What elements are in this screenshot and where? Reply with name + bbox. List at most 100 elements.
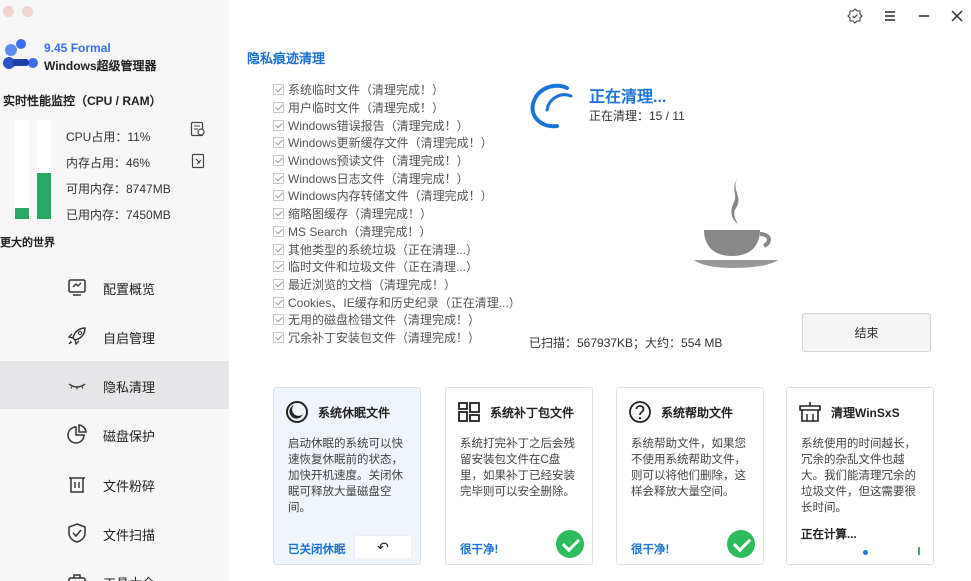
card-title: 系统帮助文件 bbox=[661, 406, 734, 420]
clean-item[interactable]: Cookies、IE缓存和历史纪录（正在清理...） bbox=[273, 293, 521, 311]
item-label: 其他类型的系统垃圾（正在清理...） bbox=[288, 242, 479, 257]
cpu-bar bbox=[15, 120, 29, 219]
item-checkbox[interactable] bbox=[273, 172, 284, 184]
window-close-dot[interactable] bbox=[3, 6, 14, 17]
nav-label: 配置概览 bbox=[103, 282, 156, 297]
app-logo-icon bbox=[3, 39, 38, 69]
nav-label: 隐私清理 bbox=[103, 380, 156, 395]
item-checkbox[interactable] bbox=[273, 208, 284, 220]
nav-item-file-scan[interactable]: 文件扫描 bbox=[0, 509, 229, 557]
ram-bar-fill bbox=[37, 173, 51, 219]
item-checkbox[interactable] bbox=[273, 243, 284, 255]
sidebar: 9.45 Formal Windows超级管理器 实时性能监控（CPU / RA… bbox=[0, 0, 229, 581]
pie-chart-icon bbox=[67, 424, 87, 444]
nav-item-disk-protect[interactable]: 磁盘保护 bbox=[0, 410, 229, 458]
nav-item-config-overview[interactable]: 配置概览 bbox=[0, 263, 229, 311]
clean-item[interactable]: MS Search（清理完成！） bbox=[273, 223, 521, 241]
progress-dot bbox=[863, 550, 868, 555]
scan-summary: 已扫描：567937KB；大约：554 MB bbox=[529, 336, 723, 350]
coffee-cup-icon bbox=[694, 178, 778, 268]
cpu-detail-icon[interactable] bbox=[190, 121, 206, 137]
clean-item[interactable]: 系统临时文件（清理完成！） bbox=[273, 81, 521, 99]
card-status: 正在计算... bbox=[801, 529, 857, 541]
nav-label: 工具大全 bbox=[103, 573, 155, 581]
mem-usage: 内存占用：46% bbox=[66, 156, 151, 170]
item-checkbox[interactable] bbox=[273, 119, 284, 131]
card-patch-files: 系统补丁包文件 系统打完补丁之后会残留安装包文件在C盘里，如果补丁已经安装完毕则… bbox=[445, 387, 593, 565]
tools-icon bbox=[68, 574, 86, 581]
card-title: 清理WinSxS bbox=[831, 406, 900, 420]
status-progress: 正在清理：15 / 11 bbox=[589, 109, 685, 123]
hibernate-icon bbox=[286, 401, 308, 423]
clean-item[interactable]: Windows预读文件（清理完成！） bbox=[273, 152, 521, 170]
item-label: Windows日志文件（清理完成！） bbox=[288, 171, 469, 186]
badge-check-icon[interactable] bbox=[847, 8, 863, 24]
item-label: Windows预读文件（清理完成！） bbox=[288, 154, 469, 169]
card-desc: 系统帮助文件，如果您不使用系统帮助文件，则可以将他们删除，这样会释放大量空间。 bbox=[631, 438, 746, 498]
item-checkbox[interactable] bbox=[273, 314, 284, 326]
item-label: Cookies、IE缓存和历史纪录（正在清理...） bbox=[288, 295, 521, 310]
item-checkbox[interactable] bbox=[273, 155, 284, 167]
end-button[interactable]: 结束 bbox=[802, 313, 931, 352]
perf-monitor-title: 实时性能监控（CPU / RAM） bbox=[3, 94, 162, 108]
nav-item-toolbox[interactable]: 工具大全 bbox=[0, 557, 229, 581]
grid-icon bbox=[458, 402, 480, 422]
clean-item[interactable]: 临时文件和垃圾文件（正在清理...） bbox=[273, 258, 521, 276]
menu-icon[interactable] bbox=[882, 8, 898, 24]
item-checkbox[interactable] bbox=[273, 278, 284, 290]
available-memory: 可用内存：8747MB bbox=[66, 182, 171, 196]
app-name: Windows超级管理器 bbox=[44, 59, 157, 73]
spinner-icon bbox=[530, 83, 573, 129]
clean-item[interactable]: Windows更新缓存文件（清理完成！） bbox=[273, 134, 521, 152]
broom-icon bbox=[799, 402, 821, 422]
item-checkbox[interactable] bbox=[273, 296, 284, 308]
clean-item[interactable]: Windows内存转储文件（清理完成！） bbox=[273, 187, 521, 205]
clean-item[interactable]: 冗余补丁安装包文件（清理完成！） bbox=[273, 329, 521, 347]
card-title: 系统休眠文件 bbox=[318, 406, 391, 420]
card-status: 很干净! bbox=[631, 544, 670, 556]
item-checkbox[interactable] bbox=[273, 331, 284, 343]
item-checkbox[interactable] bbox=[273, 225, 284, 237]
card-desc: 启动休眠的系统可以快速恢复休眠前的状态，加快开机速度。关闭休眠可释放大量磁盘空间… bbox=[288, 438, 403, 514]
monitor-icon bbox=[68, 279, 86, 296]
clean-item[interactable]: 用户临时文件（清理完成！） bbox=[273, 99, 521, 117]
item-checkbox[interactable] bbox=[273, 102, 284, 114]
item-label: 最近浏览的文档（清理完成！） bbox=[288, 277, 457, 292]
card-help-files: 系统帮助文件 系统帮助文件，如果您不使用系统帮助文件，则可以将他们删除，这样会释… bbox=[616, 387, 764, 565]
nav-item-startup[interactable]: 自启管理 bbox=[0, 312, 229, 360]
clean-item[interactable]: 无用的磁盘检错文件（清理完成！） bbox=[273, 311, 521, 329]
memory-clean-icon[interactable] bbox=[190, 153, 206, 169]
item-checkbox[interactable] bbox=[273, 261, 284, 273]
item-label: 临时文件和垃圾文件（正在清理...） bbox=[288, 260, 479, 275]
clean-item-list: 系统临时文件（清理完成！） 用户临时文件（清理完成！） Windows错误报告（清理… bbox=[273, 81, 521, 346]
item-label: 系统临时文件（清理完成！） bbox=[288, 83, 445, 98]
clean-item[interactable]: 其他类型的系统垃圾（正在清理...） bbox=[273, 240, 521, 258]
window-minimize-dot[interactable] bbox=[22, 6, 33, 17]
cpu-bar-fill bbox=[15, 208, 29, 219]
card-title: 系统补丁包文件 bbox=[490, 406, 575, 420]
undo-button[interactable]: ↶ bbox=[354, 535, 412, 559]
clean-item[interactable]: Windows日志文件（清理完成！） bbox=[273, 169, 521, 187]
nav-label: 文件扫描 bbox=[103, 528, 156, 543]
item-label: Windows错误报告（清理完成！） bbox=[288, 118, 469, 133]
clean-item[interactable]: Windows错误报告（清理完成！） bbox=[273, 116, 521, 134]
shield-check-icon bbox=[68, 523, 86, 543]
slogan: 更大的世界 bbox=[0, 237, 55, 249]
app-window: 9.45 Formal Windows超级管理器 实时性能监控（CPU / RA… bbox=[0, 0, 971, 581]
item-label: Windows内存转储文件（清理完成！） bbox=[288, 189, 493, 204]
clean-item[interactable]: 缩略图缓存（清理完成！） bbox=[273, 205, 521, 223]
item-checkbox[interactable] bbox=[273, 84, 284, 96]
ram-bar bbox=[37, 120, 51, 219]
nav-label: 磁盘保护 bbox=[103, 429, 156, 444]
nav-item-file-shred[interactable]: 文件粉碎 bbox=[0, 460, 229, 508]
nav-item-privacy-clean[interactable]: 隐私清理 bbox=[0, 361, 229, 409]
close-icon[interactable] bbox=[949, 8, 965, 24]
item-checkbox[interactable] bbox=[273, 137, 284, 149]
card-desc: 系统使用的时间越长，冗余的杂乱文件也越大。我们能清理冗余的垃圾文件，但这需要很长… bbox=[801, 438, 916, 514]
item-checkbox[interactable] bbox=[273, 190, 284, 202]
status-title: 正在清理... bbox=[589, 89, 667, 106]
minimize-icon[interactable] bbox=[916, 8, 932, 24]
clean-item[interactable]: 最近浏览的文档（清理完成！） bbox=[273, 276, 521, 294]
nav-label: 文件粉碎 bbox=[103, 479, 156, 494]
item-label: 无用的磁盘检错文件（清理完成！） bbox=[288, 313, 481, 328]
